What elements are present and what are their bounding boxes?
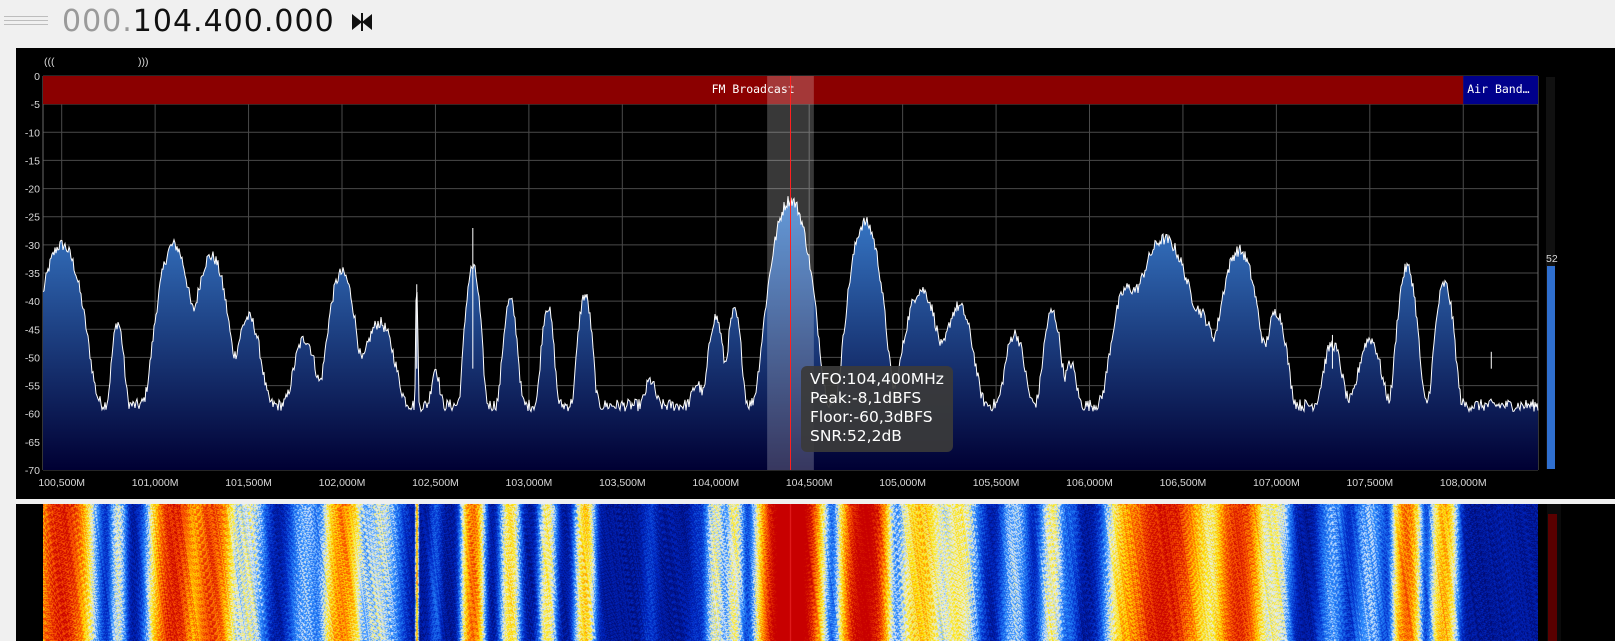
frequency-leading-digits[interactable]: 000.	[62, 4, 133, 39]
tooltip-vfo: VFO:104,400MHz	[810, 370, 944, 388]
x-tick-label: 106,500M	[1160, 477, 1207, 489]
y-tick-label: -60	[25, 409, 40, 421]
squelch-marker-right: )))	[138, 56, 149, 68]
y-tick-label: -50	[25, 352, 40, 364]
x-tick-label: 104,000M	[692, 477, 739, 489]
x-tick-label: 102,000M	[319, 477, 366, 489]
tooltip-peak: Peak:-8,1dBFS	[810, 389, 922, 407]
snr-meter-value: 52	[1546, 253, 1558, 265]
y-tick-label: -15	[25, 155, 40, 167]
x-tick-label: 105,000M	[879, 477, 926, 489]
x-tick-label: 108,000M	[1440, 477, 1487, 489]
x-tick-label: 102,500M	[412, 477, 459, 489]
y-tick-label: -5	[31, 99, 40, 111]
y-tick-label: 0	[34, 71, 40, 83]
x-axis: 100,500M 101,000M 101,500M 102,000M 102,500M…	[38, 477, 1486, 489]
x-tick-label: 100,500M	[38, 477, 85, 489]
vfo-tooltip: VFO:104,400MHz Peak:-8,1dBFS Floor:-60,3…	[801, 366, 953, 452]
y-tick-label: -10	[25, 127, 40, 139]
squelch-marker-left: (((	[44, 56, 55, 68]
y-tick-label: -35	[25, 268, 40, 280]
y-tick-label: -55	[25, 381, 40, 393]
y-tick-label: -30	[25, 240, 40, 252]
snr-meter-bar	[1547, 266, 1555, 469]
y-axis: 0 -5 -10 -15 -20 -25 -30 -35 -40 -45 -50 -55 -60 -65 -…	[25, 71, 40, 477]
tooltip-floor: Floor:-60,3dBFS	[810, 408, 933, 426]
y-tick-label: -70	[25, 465, 40, 477]
waterfall-level-bar	[1548, 514, 1557, 641]
y-tick-label: -45	[25, 324, 40, 336]
frequency-main-digits[interactable]: 104.400.000	[133, 4, 335, 39]
x-tick-label: 107,500M	[1346, 477, 1393, 489]
x-tick-label: 101,500M	[225, 477, 272, 489]
frequency-toolbar: 000.104.400.000	[0, 0, 1615, 46]
swap-vfo-icon[interactable]	[350, 11, 374, 33]
x-tick-label: 103,500M	[599, 477, 646, 489]
toolbar-grip[interactable]	[4, 8, 48, 38]
waterfall-canvas[interactable]	[43, 504, 1538, 641]
x-tick-label: 107,000M	[1253, 477, 1300, 489]
frequency-display[interactable]: 000.104.400.000	[62, 2, 335, 42]
waterfall-panel[interactable]	[16, 504, 1615, 641]
x-tick-label: 103,000M	[506, 477, 553, 489]
band-label: Air Band…	[1467, 82, 1529, 96]
y-tick-label: -20	[25, 184, 40, 196]
tooltip-snr: SNR:52,2dB	[810, 427, 902, 445]
x-tick-label: 104,500M	[786, 477, 833, 489]
x-tick-label: 106,000M	[1066, 477, 1113, 489]
x-tick-label: 105,500M	[973, 477, 1020, 489]
y-tick-label: -65	[25, 437, 40, 449]
y-tick-label: -40	[25, 296, 40, 308]
y-tick-label: -25	[25, 212, 40, 224]
x-tick-label: 101,000M	[132, 477, 179, 489]
